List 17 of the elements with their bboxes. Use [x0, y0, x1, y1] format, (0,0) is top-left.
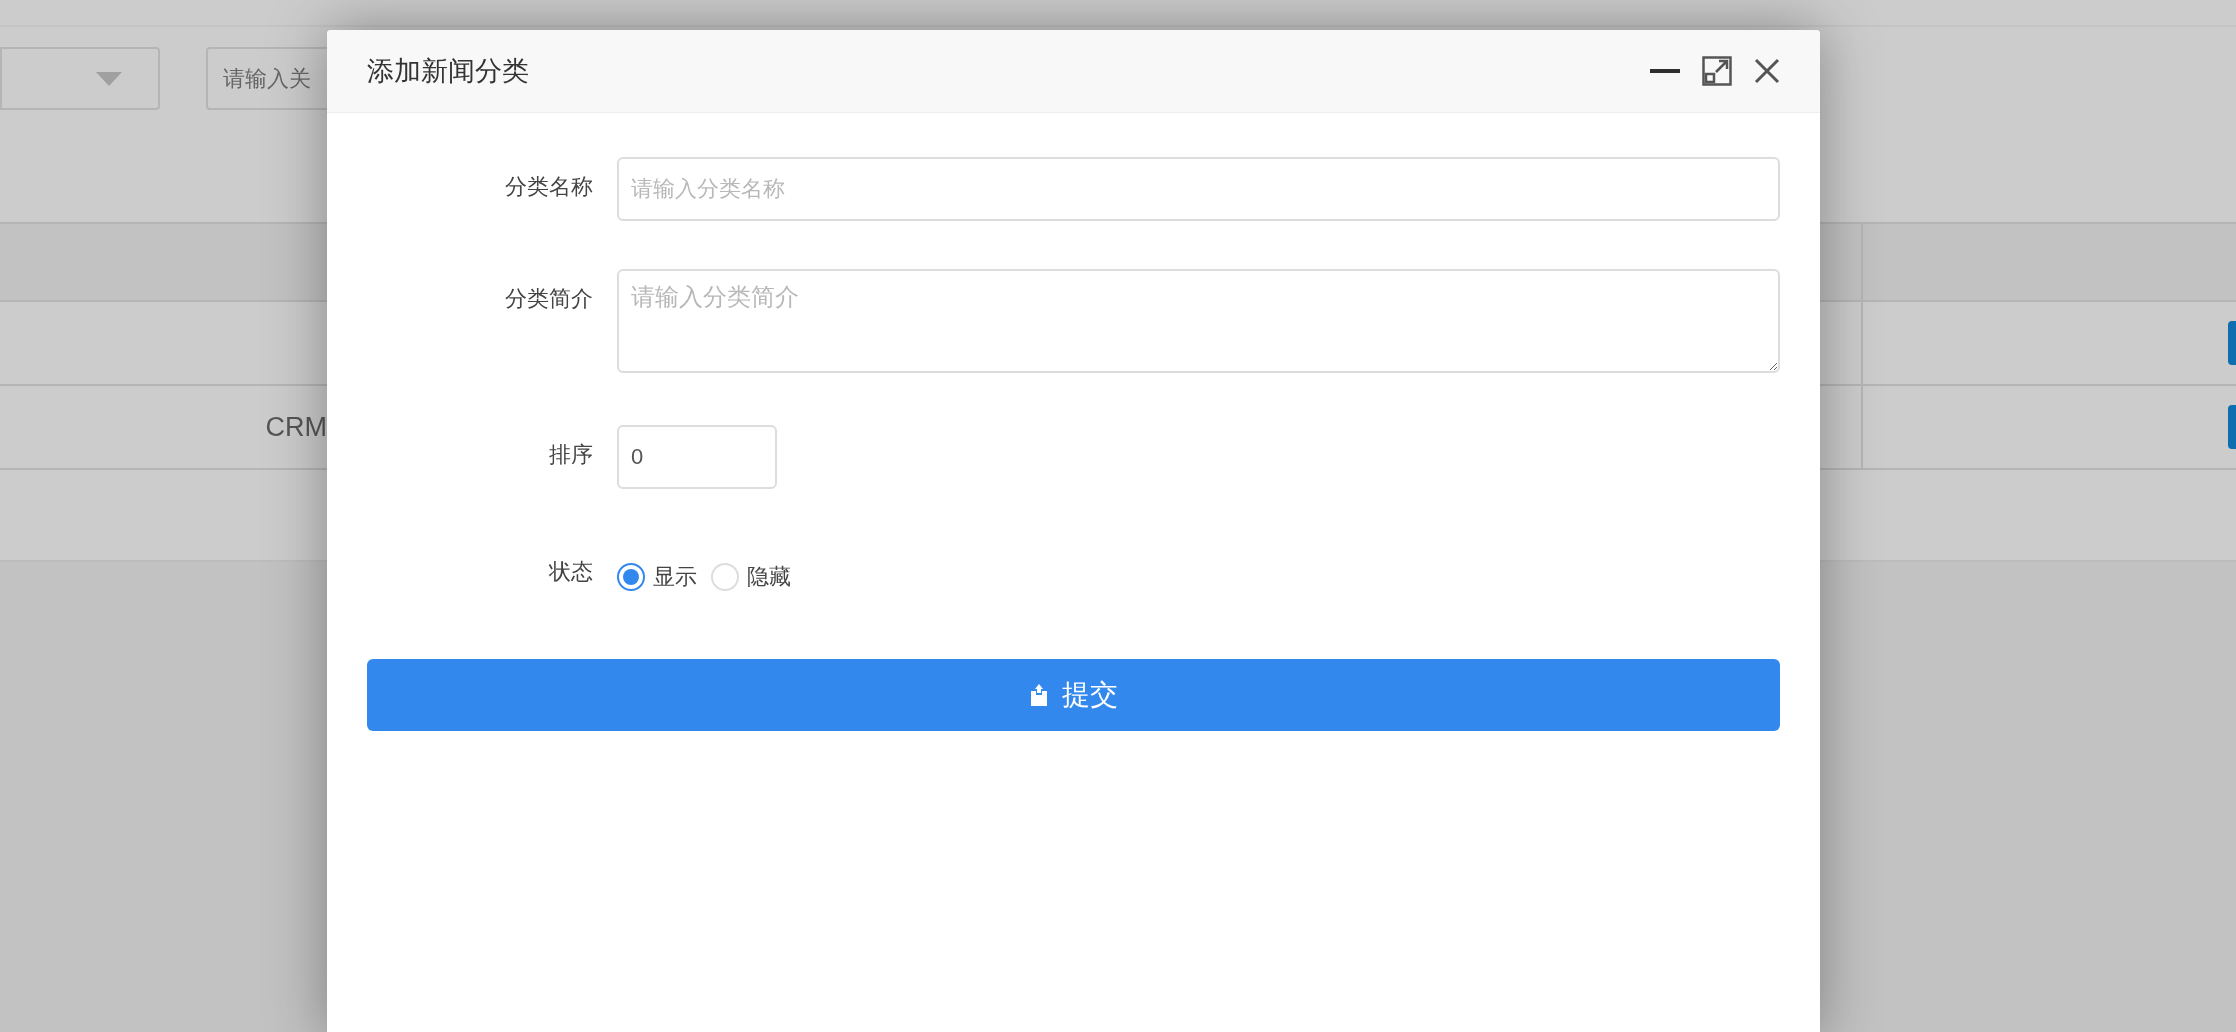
- submit-button[interactable]: 提交: [367, 659, 1780, 731]
- field-label: 状态: [549, 558, 593, 586]
- dropdown-caret-icon: [96, 71, 122, 86]
- table-cell-text: CRM: [265, 410, 327, 444]
- radio-label[interactable]: 隐藏: [747, 560, 791, 593]
- input-field[interactable]: 0: [617, 425, 777, 489]
- field-label: 排序: [549, 441, 593, 469]
- close-icon[interactable]: [1754, 58, 1780, 84]
- maximize-icon[interactable]: [1702, 56, 1732, 86]
- field-label: 分类名称: [505, 173, 593, 201]
- dialog-title: 添加新闻分类: [367, 54, 530, 88]
- radio-label[interactable]: 显示: [653, 560, 697, 593]
- input-field[interactable]: 请输入分类名称: [617, 157, 1780, 221]
- radio-button[interactable]: [617, 562, 645, 591]
- textarea-field[interactable]: 请输入分类简介: [617, 269, 1780, 373]
- upload-icon: [1029, 684, 1048, 706]
- field-label: 分类简介: [505, 285, 593, 313]
